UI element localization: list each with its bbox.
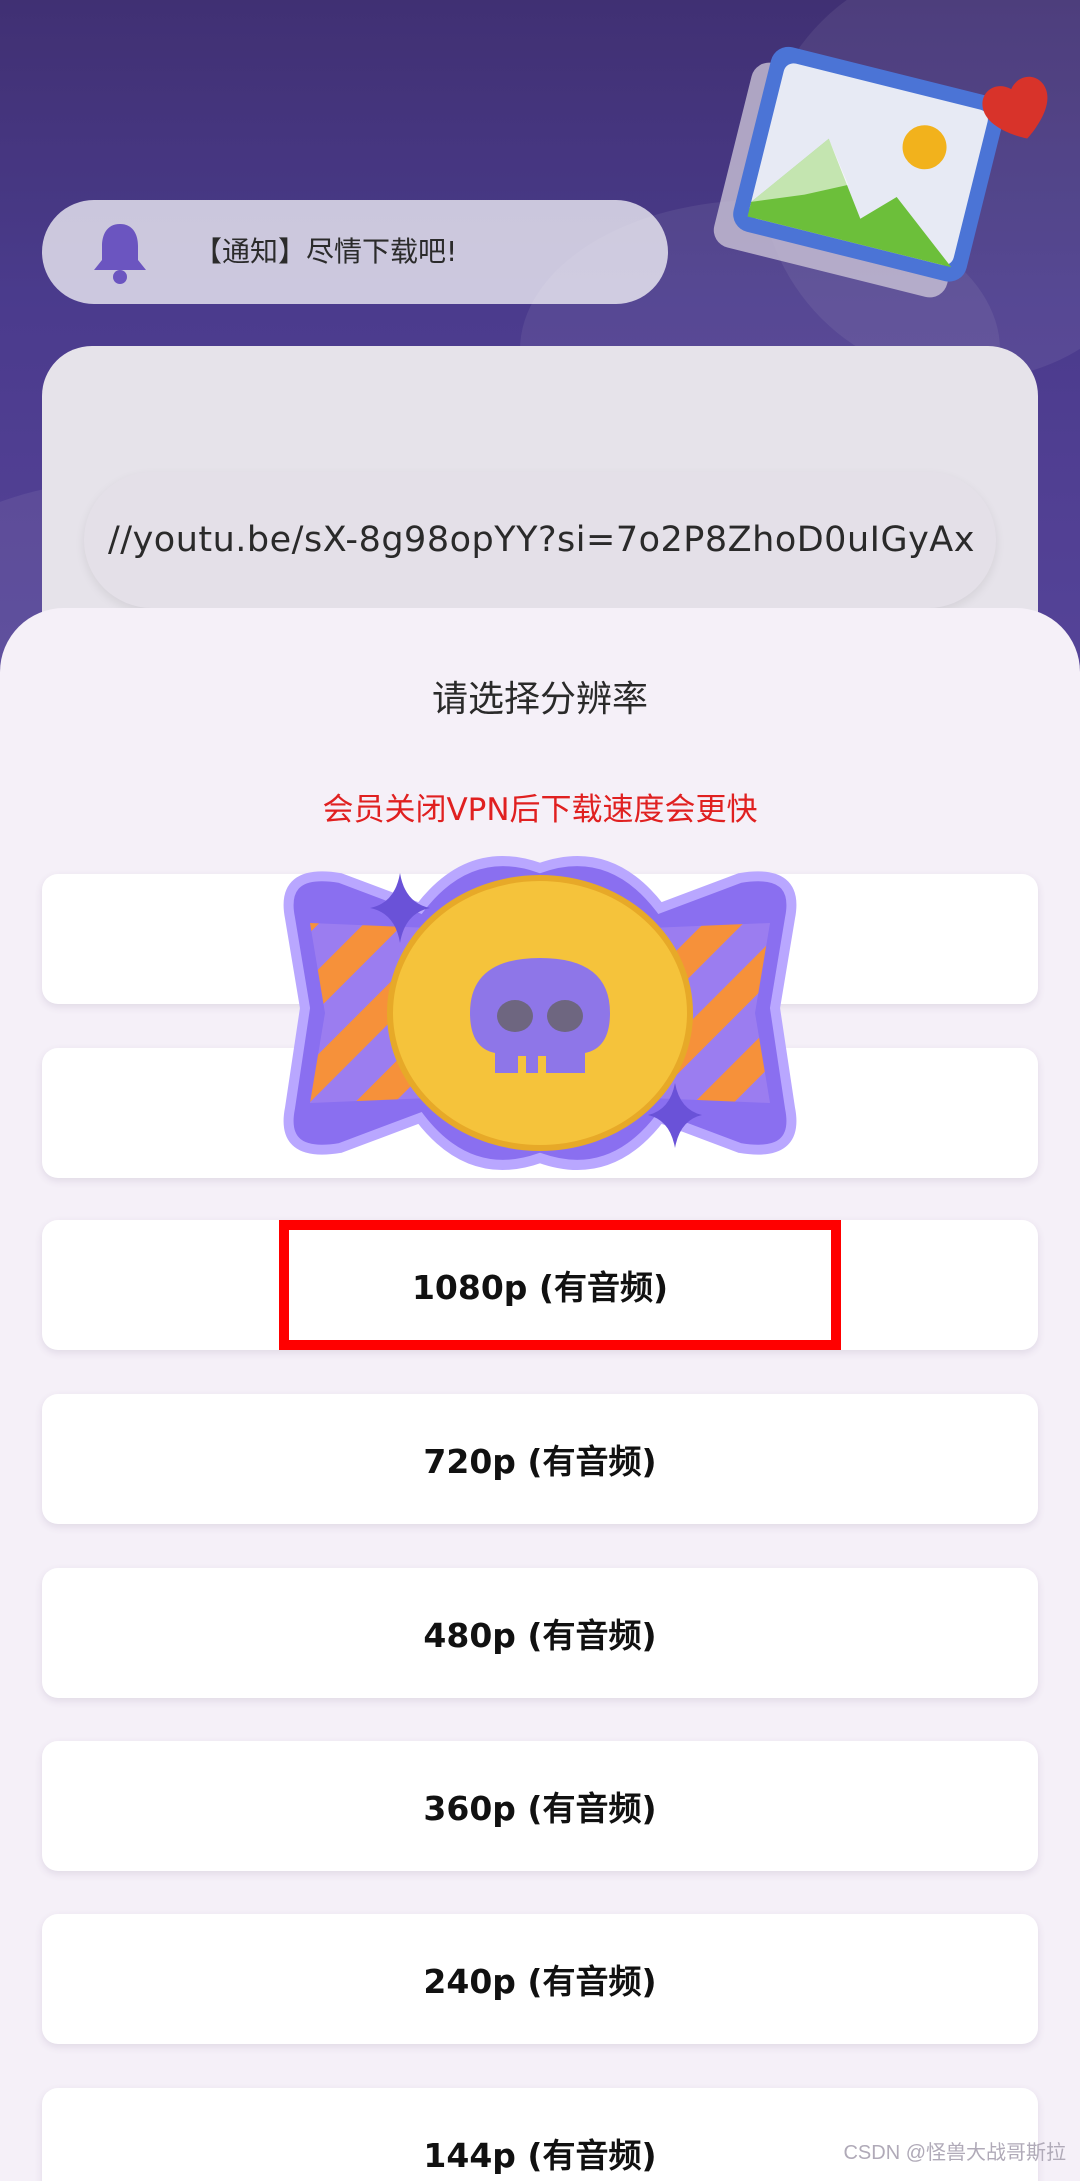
resolution-option-480p[interactable]: 480p (有音频) <box>42 1568 1038 1698</box>
notice-bar[interactable]: 【通知】尽情下载吧! <box>42 200 668 304</box>
resolution-option-240p[interactable]: 240p (有音频) <box>42 1914 1038 2044</box>
notice-text: 【通知】尽情下载吧! <box>194 235 458 268</box>
gallery-heart-icon <box>713 46 1048 298</box>
url-input[interactable]: //youtu.be/sX-8g98opYY?si=7o2P8ZhoD0uIGy… <box>84 472 996 608</box>
skull-candy-sticker <box>283 856 797 1170</box>
highlight-box <box>279 1220 841 1350</box>
sheet-subtitle: 会员关闭VPN后下载速度会更快 <box>322 792 758 828</box>
url-input-value: //youtu.be/sX-8g98opYY?si=7o2P8ZhoD0uIGy… <box>108 520 975 560</box>
sheet-title: 请选择分辨率 <box>431 679 648 720</box>
resolution-option-144p[interactable]: 144p (有音频) <box>42 2088 1038 2181</box>
watermark: CSDN @怪兽大战哥斯拉 <box>843 2142 1066 2164</box>
resolution-option-360p[interactable]: 360p (有音频) <box>42 1741 1038 1871</box>
resolution-option-720p[interactable]: 720p (有音频) <box>42 1394 1038 1524</box>
bell-icon <box>94 224 146 284</box>
resolution-sheet: 请选择分辨率 会员关闭VPN后下载速度会更快 1080p (有音频) 720p … <box>0 608 1080 2181</box>
